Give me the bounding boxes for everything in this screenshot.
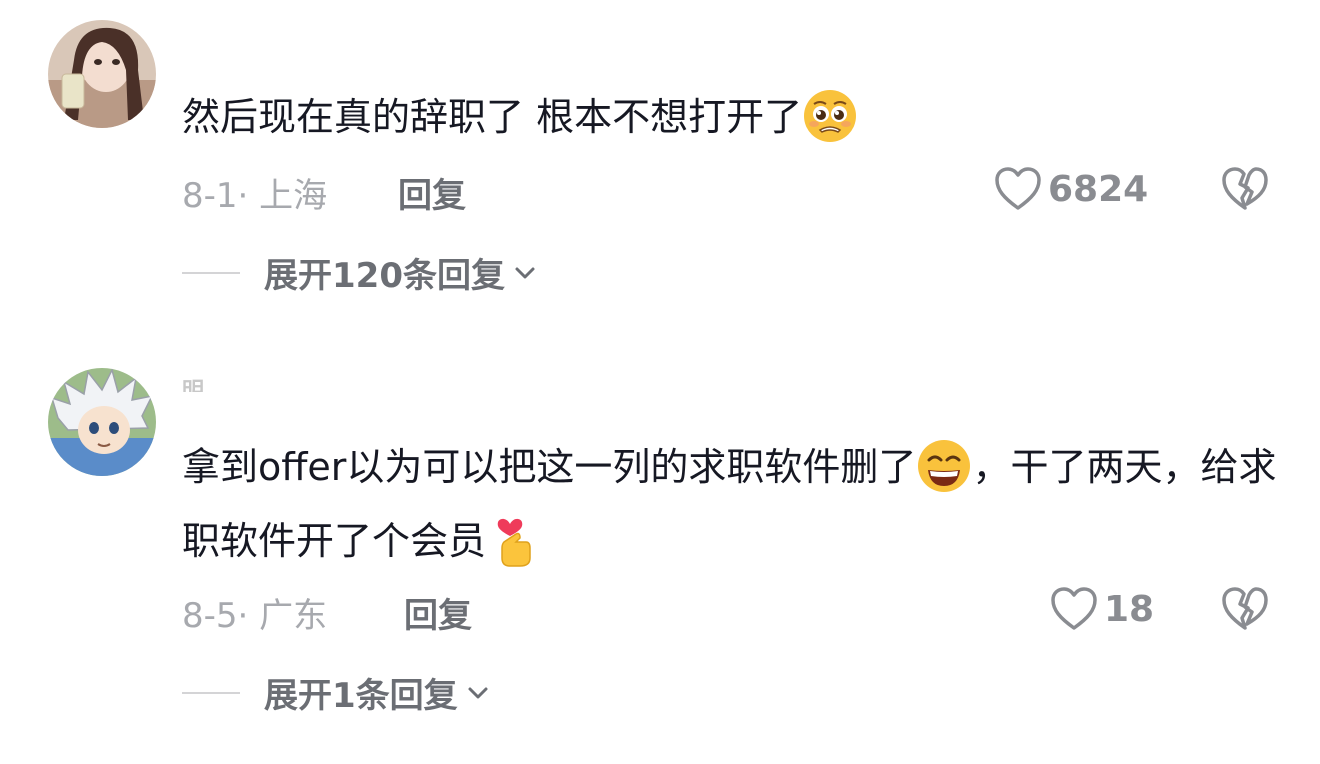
finger-heart-icon <box>497 518 531 567</box>
comment-date: 8-1· <box>182 176 249 216</box>
divider-line <box>182 691 240 694</box>
divider-line <box>182 271 240 274</box>
expand-replies-label: 展开1条回复 <box>264 676 458 716</box>
avatar[interactable] <box>48 368 156 476</box>
comment-location: 上海 <box>259 176 328 216</box>
chevron-down-icon <box>515 267 535 278</box>
comment-meta: 8-1· 上海 <box>182 168 327 217</box>
comment-text: 拿到offer以为可以把这一列的求职软件删了 ，干了两天，给求职软件开了个会员 <box>182 430 1292 578</box>
comment-date: 8-5· <box>182 596 249 636</box>
comment-meta: 8-5· 广东 <box>182 588 327 637</box>
reply-button[interactable]: 回复 <box>404 588 472 637</box>
avatar[interactable] <box>48 20 156 128</box>
like-count: 18 <box>1104 588 1155 630</box>
broken-heart-icon[interactable] <box>1220 164 1270 214</box>
comment-location: 广东 <box>259 596 328 636</box>
pleading-face-icon <box>804 89 857 142</box>
expand-replies-button[interactable]: 展开1条回复 <box>182 668 490 717</box>
like-button[interactable]: 18 <box>1050 586 1154 632</box>
chevron-down-icon <box>468 687 488 698</box>
like-button[interactable]: 6824 <box>994 166 1148 212</box>
expand-replies-button[interactable]: 展开120条回复 <box>182 248 537 297</box>
reply-button[interactable]: 回复 <box>398 168 466 217</box>
expand-replies-label: 展开120条回复 <box>264 256 505 296</box>
heart-icon <box>1051 587 1097 630</box>
grinning-squint-face-icon <box>918 439 971 492</box>
like-count: 6824 <box>1048 168 1149 210</box>
heart-icon <box>995 167 1041 210</box>
comment-text: 然后现在真的辞职了 根本不想打开了 <box>182 80 1292 154</box>
broken-heart-icon[interactable] <box>1220 584 1270 634</box>
username[interactable]: 明 <box>182 378 206 392</box>
